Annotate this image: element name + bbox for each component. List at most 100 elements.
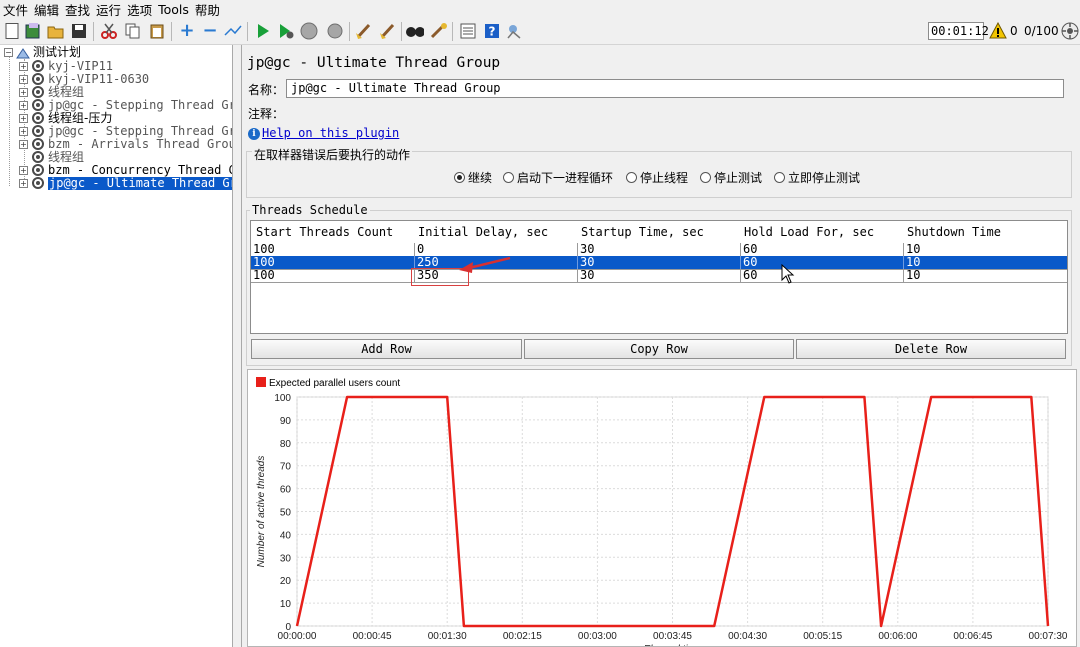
radio-stop-test-now[interactable]: 立即停止测试 <box>774 170 860 185</box>
clear-all-icon[interactable] <box>378 22 396 40</box>
column-header-shutdown-time[interactable]: Shutdown Time <box>907 225 1001 239</box>
column-header-startup-time[interactable]: Startup Time, sec <box>581 225 704 239</box>
tree-root[interactable]: − 测试计划 <box>4 46 81 59</box>
menu-help[interactable]: 帮助 <box>195 0 220 19</box>
x-tick-label: 00:03:00 <box>578 631 617 642</box>
panel-title: jp@gc - Ultimate Thread Group <box>247 55 501 71</box>
thread-group-icon <box>32 164 44 176</box>
thread-group-icon <box>32 138 44 150</box>
radio-start-next-loop[interactable]: 启动下一进程循环 <box>503 170 613 185</box>
stop-icon[interactable] <box>300 22 318 40</box>
new-icon[interactable] <box>3 22 21 40</box>
menu-file[interactable]: 文件 <box>3 0 28 19</box>
thread-group-icon <box>32 112 44 124</box>
radio-continue[interactable]: 继续 <box>454 170 492 185</box>
x-tick-label: 00:00:00 <box>278 631 317 642</box>
active-threads-count: 0/100 <box>1024 24 1059 38</box>
y-tick-label: 10 <box>280 599 292 610</box>
cut-icon[interactable] <box>100 22 118 40</box>
table-row[interactable]: 100 0 30 60 10 <box>251 243 1067 256</box>
add-row-button[interactable]: Add Row <box>251 339 522 359</box>
name-input[interactable]: jp@gc - Ultimate Thread Group <box>286 79 1064 98</box>
test-plan-tree: − 测试计划 + kyj-VIP11 + kyj-VIP11-0630 + 线程组 +… <box>0 45 233 647</box>
x-tick-label: 00:02:15 <box>503 631 542 642</box>
column-header-hold-load[interactable]: Hold Load For, sec <box>744 225 874 239</box>
menu-tools[interactable]: Tools <box>158 2 189 17</box>
collapse-node-icon[interactable]: − <box>4 48 13 57</box>
tree-item[interactable]: + jp@gc - Stepping Thread Grou <box>19 124 232 138</box>
start-icon[interactable] <box>254 22 272 40</box>
thread-group-icon <box>32 177 44 189</box>
templates-icon[interactable] <box>24 22 42 40</box>
y-tick-label: 30 <box>280 553 292 564</box>
y-tick-label: 80 <box>280 439 292 450</box>
x-tick-label: 00:06:00 <box>878 631 917 642</box>
tree-item[interactable]: + 线程组 <box>19 85 84 99</box>
menu-edit[interactable]: 编辑 <box>34 0 59 19</box>
shutdown-icon[interactable] <box>326 22 344 40</box>
toggle-icon[interactable] <box>224 22 242 40</box>
test-plan-icon <box>16 47 30 58</box>
warning-icon[interactable] <box>989 22 1007 40</box>
thread-group-icon <box>32 73 44 85</box>
y-tick-label: 100 <box>274 393 291 404</box>
start-no-pause-icon[interactable] <box>277 22 295 40</box>
tree-item[interactable]: + jp@gc - Stepping Thread Grou <box>19 98 232 112</box>
svg-text:?: ? <box>489 25 496 39</box>
column-header-initial-delay[interactable]: Initial Delay, sec <box>418 225 548 239</box>
thread-group-icon <box>32 60 44 72</box>
tree-item[interactable]: + kyj-VIP11-0630 <box>19 72 149 86</box>
column-header-start-threads[interactable]: Start Threads Count <box>256 225 393 239</box>
tree-item[interactable]: + bzm - Arrivals Thread Group <box>19 137 232 151</box>
function-helper-icon[interactable] <box>459 22 477 40</box>
thread-group-icon <box>32 151 44 163</box>
remote-status-icon[interactable] <box>1061 22 1079 40</box>
open-icon[interactable] <box>47 22 65 40</box>
x-tick-label: 00:04:30 <box>728 631 767 642</box>
tree-item[interactable]: + kyj-VIP11 <box>19 59 113 73</box>
menu-run[interactable]: 运行 <box>96 0 121 19</box>
reset-search-icon[interactable] <box>430 22 448 40</box>
table-row-selected[interactable]: 100 250 30 60 10 <box>251 256 1067 269</box>
expected-users-chart: 0 10 20 30 40 50 60 70 80 90 100 00:00:00 00:00:45 00… <box>247 369 1077 647</box>
x-tick-label: 00:00:45 <box>353 631 392 642</box>
x-tick-label: 00:06:45 <box>953 631 992 642</box>
expand-icon[interactable]: + <box>178 22 196 40</box>
elapsed-timer: 00:01:12 <box>928 22 989 40</box>
tree-item-selected[interactable]: + jp@gc - Ultimate Thread Grou <box>19 176 232 190</box>
radio-stop-test[interactable]: 停止测试 <box>700 170 762 185</box>
legend-swatch <box>256 377 266 387</box>
copy-icon[interactable] <box>124 22 142 40</box>
tree-item[interactable]: 线程组 <box>30 150 84 164</box>
comment-label: 注释： <box>248 107 285 121</box>
tree-item[interactable]: + bzm - Concurrency Thread Gro <box>19 163 232 177</box>
paste-icon[interactable] <box>148 22 166 40</box>
thread-group-icon <box>32 99 44 111</box>
menu-options[interactable]: 选项 <box>127 0 152 19</box>
thread-group-icon <box>32 125 44 137</box>
search-icon[interactable] <box>406 22 424 40</box>
y-tick-label: 50 <box>280 508 292 519</box>
clear-icon[interactable] <box>355 22 373 40</box>
copy-row-button[interactable]: Copy Row <box>524 339 794 359</box>
mouse-cursor-icon <box>781 264 795 284</box>
tree-item[interactable]: + 线程组-压力 <box>19 111 112 125</box>
menu-bar: 文件 编辑 查找 运行 选项 Tools 帮助 <box>0 0 1080 18</box>
collapse-icon[interactable]: − <box>201 22 219 40</box>
help-link[interactable]: Help on this plugin <box>262 126 399 140</box>
save-icon[interactable] <box>70 22 88 40</box>
delete-row-button[interactable]: Delete Row <box>796 339 1066 359</box>
remote-icon[interactable] <box>506 22 524 40</box>
y-tick-label: 70 <box>280 462 292 473</box>
info-icon: i <box>248 128 260 140</box>
y-tick-label: 40 <box>280 530 292 541</box>
table-row[interactable]: 100 350 30 60 10 <box>251 269 1067 282</box>
radio-stop-thread[interactable]: 停止线程 <box>626 170 688 185</box>
sampler-error-legend: 在取样器错误后要执行的动作 <box>252 146 413 163</box>
panel-splitter[interactable] <box>234 45 242 647</box>
x-tick-label: 00:05:15 <box>803 631 842 642</box>
toolbar: + − ? 00:01:12 0 0/100 <box>0 18 1080 45</box>
x-tick-label: 00:07:30 <box>1029 631 1068 642</box>
menu-search[interactable]: 查找 <box>65 0 90 19</box>
help-icon[interactable]: ? <box>483 22 501 40</box>
